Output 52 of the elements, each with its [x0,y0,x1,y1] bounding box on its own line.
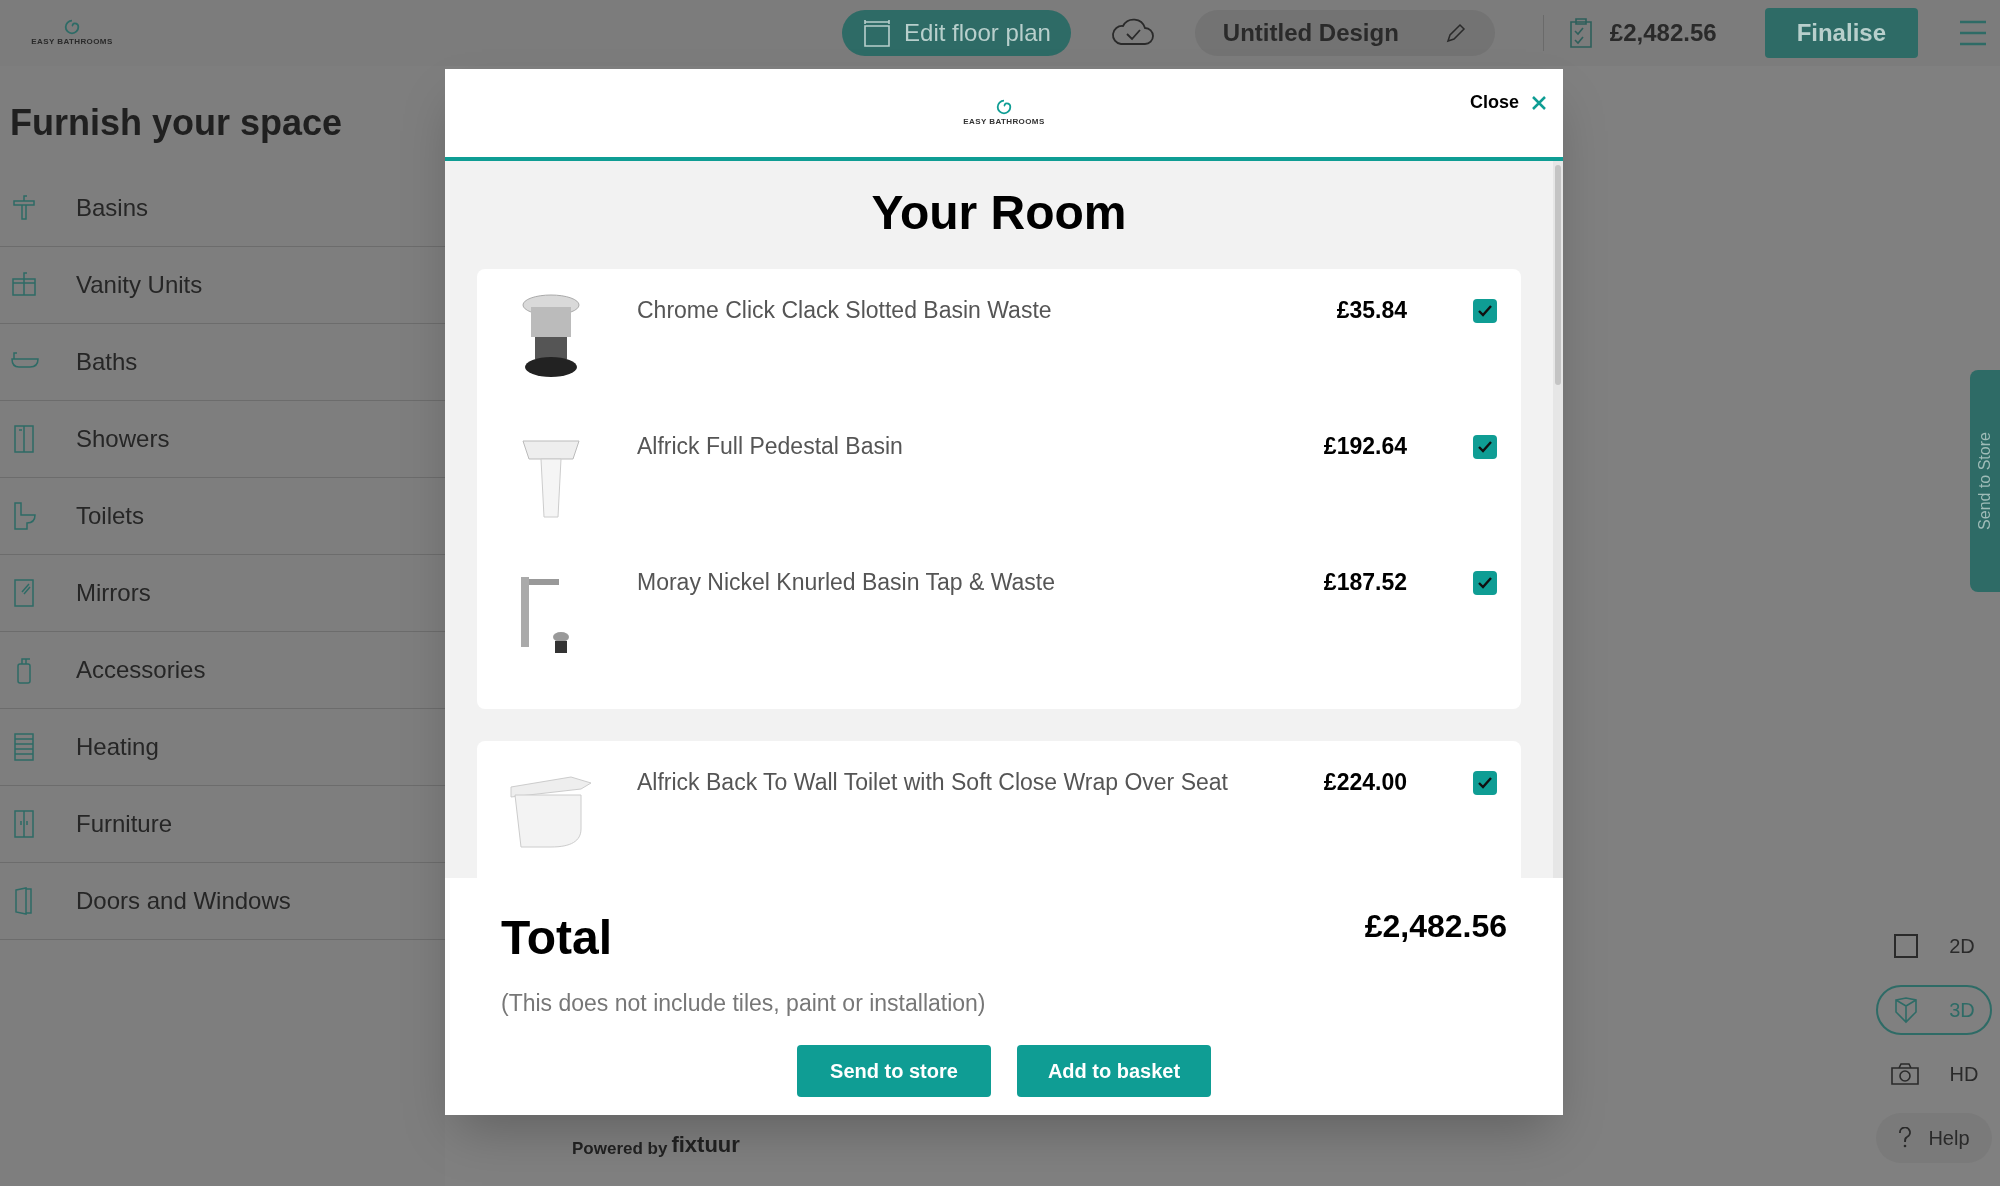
clipboard-icon [1567,17,1594,49]
view-mode-button[interactable]: HD [1876,1049,1992,1099]
powered-by-text: Powered by [572,1137,668,1160]
check-icon [1477,776,1493,790]
finalise-button[interactable]: Finalise [1764,8,1918,58]
close-icon [1531,94,1547,111]
product-name: Moray Nickel Knurled Basin Tap & Waste [637,568,1056,597]
fixtuur-logo: fixtuur [671,1131,740,1159]
view-mode-button[interactable]: 2D [1876,921,1992,971]
design-total: £2,482.56 [1609,18,1717,48]
product-checkbox[interactable] [1473,435,1497,459]
product-name: Chrome Click Clack Slotted Basin Waste [637,296,1053,325]
logo-text: EASY BATHROOMS [963,116,1045,128]
product-name: Alfrick Full Pedestal Basin [637,432,904,461]
swirl-logo-icon [63,18,81,36]
pencil-icon[interactable] [1444,22,1467,44]
question-icon [1898,1127,1913,1149]
product-checkbox[interactable] [1473,299,1497,323]
category-item[interactable]: Heating [0,709,445,786]
category-item[interactable]: Showers [0,401,445,478]
category-item[interactable]: Furniture [0,786,445,863]
add-to-basket-button[interactable]: Add to basket [1017,1044,1211,1097]
design-name: Untitled Design [1222,18,1400,48]
close-button[interactable]: Close [1469,89,1547,116]
send-to-store-button[interactable]: Send to store [797,1044,991,1097]
product-price: £192.64 [1323,432,1407,461]
check-icon [1477,576,1493,590]
camera-icon [1889,1062,1920,1086]
check-icon [1477,304,1493,318]
check-icon [1477,440,1493,454]
product-price: £224.00 [1323,768,1407,797]
product-price: £187.52 [1323,568,1407,597]
shield-cube-icon [1893,996,1920,1024]
total-note: (This does not include tiles, paint or installation) [501,989,987,1018]
sidebar-title: Furnish your space [9,101,344,145]
swirl-logo-icon [995,98,1013,116]
product-price: £35.84 [1336,296,1407,325]
send-to-store-tab[interactable]: Send to Store [1970,370,2000,592]
square-icon [1893,933,1920,959]
help-button[interactable]: Help [1876,1113,1992,1163]
logo-text: EASY BATHROOMS [31,36,113,48]
total-label: Total [501,910,613,966]
product-checkbox[interactable] [1473,771,1497,795]
cloud-check-icon[interactable] [1110,18,1155,48]
total-price: £2,482.56 [1364,907,1507,946]
dialog-title: Your Room [870,185,1128,241]
design-name-field[interactable]: Untitled Design [1194,10,1495,56]
edit-floor-plan-button[interactable]: Edit floor plan [842,10,1071,56]
floor-plan-icon [862,18,893,48]
product-name: Alfrick Back To Wall Toilet with Soft Close Wrap Over Seat [637,768,1229,797]
category-item[interactable]: Vanity Units [0,247,445,324]
product-checkbox[interactable] [1473,571,1497,595]
